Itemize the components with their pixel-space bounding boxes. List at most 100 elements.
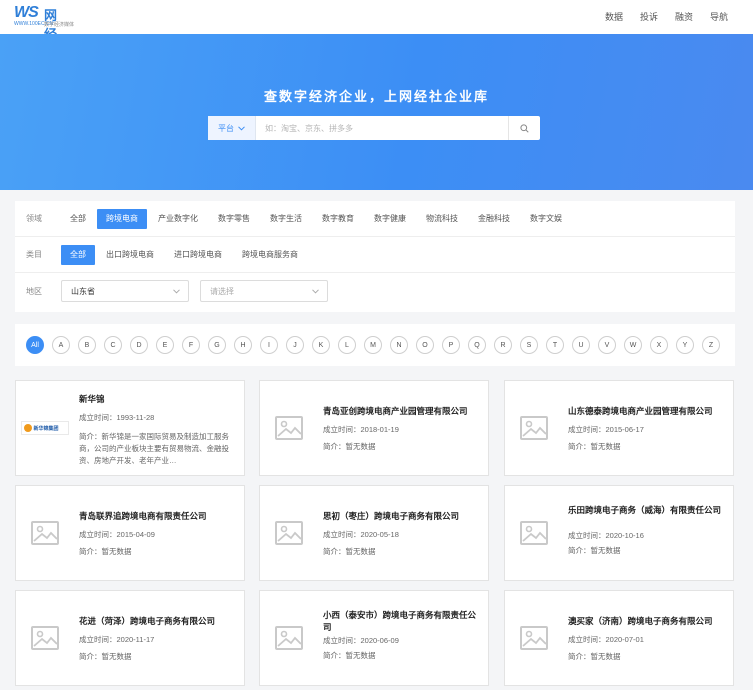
letter-filter-s[interactable]: S [520,336,538,354]
domain-option[interactable]: 数字文娱 [521,209,571,229]
company-name[interactable]: 花进（菏泽）跨境电子商务有限公司 [79,615,236,627]
letter-filter-n[interactable]: N [390,336,408,354]
domain-option[interactable]: 全部 [61,209,95,229]
filter-panel: 领域 全部 跨境电商 产业数字化 数字零售 数字生活 数字教育 数字健康 物流科技 金融科技 数字… [15,201,735,312]
letter-filter-f[interactable]: F [182,336,200,354]
company-founded: 成立时间：2015-06-17 [568,425,644,434]
company-name[interactable]: 思初（枣庄）跨境电子商务有限公司 [323,510,480,522]
letter-filter-w[interactable]: W [624,336,642,354]
top-bar: WS 网经社 WWW.100EC.CN 数字经济媒体 数据 投诉 融资 导航 [0,0,753,61]
category-option[interactable]: 进口跨境电商 [165,245,231,265]
company-founded: 成立时间：2020-05-18 [323,530,399,539]
letter-filter-d[interactable]: D [130,336,148,354]
region-filter-row: 地区 山东省 请选择 [15,273,735,309]
nav-data[interactable]: 数据 [605,10,623,23]
hero-banner: 查数字经济企业，上网经社企业库 平台 [0,34,753,190]
nav-navigation[interactable]: 导航 [710,10,728,23]
company-founded: 成立时间：2018-01-19 [323,425,399,434]
letter-filter-e[interactable]: E [156,336,174,354]
letter-filter-q[interactable]: Q [468,336,486,354]
company-card[interactable]: 新华锦集团 新华锦成立时间：1993-11-28 简介：新华锦是一家国际贸易及制造加… [15,380,245,476]
chevron-down-icon [173,288,180,294]
company-description: 简介：新华锦是一家国际贸易及制造加工服务商，公司的产业板块主要有贸易物流、金融投… [79,432,229,465]
domain-option[interactable]: 数字零售 [209,209,259,229]
letter-filter-v[interactable]: V [598,336,616,354]
letter-filter-t[interactable]: T [546,336,564,354]
search-icon [520,123,529,133]
letter-filter-h[interactable]: H [234,336,252,354]
domain-option[interactable]: 物流科技 [417,209,467,229]
letter-filter-y[interactable]: Y [676,336,694,354]
letter-filter-all[interactable]: All [26,336,44,354]
letter-index: All A B C D E F G H I J K L M N O P Q R S T U V W X Y Z [15,324,735,366]
company-name[interactable]: 小西（泰安市）跨境电子商务有限责任公司 [323,609,480,633]
category-option[interactable]: 跨境电商服务商 [233,245,307,265]
company-card[interactable]: 青岛联界追跨境电商有限责任公司 成立时间：2015-04-09 简介：暂无数据 [15,485,245,581]
company-card[interactable]: 乐田跨境电子商务（威海）有限责任公司 成立时间：2020-10-16 简介：暂无数据 [504,485,734,581]
letter-filter-l[interactable]: L [338,336,356,354]
company-description: 简介：暂无数据 [323,651,376,660]
domain-label: 领域 [26,214,42,223]
domain-option[interactable]: 跨境电商 [97,208,147,229]
city-select[interactable]: 请选择 [200,280,328,302]
domain-option[interactable]: 产业数字化 [149,209,207,229]
company-card[interactable]: 小西（泰安市）跨境电子商务有限责任公司 成立时间：2020-06-09 简介：暂无数… [259,590,489,686]
company-founded: 成立时间：2020-11-17 [79,635,155,644]
image-placeholder-icon [260,591,317,685]
letter-filter-i[interactable]: I [260,336,278,354]
letter-filter-r[interactable]: R [494,336,512,354]
nav-financing[interactable]: 融资 [675,10,693,23]
company-name[interactable]: 青岛亚创跨境电商产业园管理有限公司 [323,405,480,417]
logo-ws: WS [14,4,39,21]
domain-filter-row: 领域 全部 跨境电商 产业数字化 数字零售 数字生活 数字教育 数字健康 物流科技 金融科技 数字… [15,201,735,237]
letter-filter-o[interactable]: O [416,336,434,354]
category-filter-row: 类目 全部 出口跨境电商 进口跨境电商 跨境电商服务商 [15,237,735,273]
company-card[interactable]: 青岛亚创跨境电商产业园管理有限公司 成立时间：2018-01-19 简介：暂无数据 [259,380,489,476]
letter-filter-z[interactable]: Z [702,336,720,354]
letter-filter-b[interactable]: B [78,336,96,354]
top-nav: 数据 投诉 融资 导航 [588,10,728,23]
domain-option[interactable]: 数字生活 [261,209,311,229]
letter-filter-j[interactable]: J [286,336,304,354]
company-name[interactable]: 青岛联界追跨境电商有限责任公司 [79,510,236,522]
company-description: 简介：暂无数据 [568,652,621,661]
domain-option[interactable]: 数字健康 [365,209,415,229]
search-input[interactable] [256,117,508,139]
company-founded: 成立时间：1993-11-28 [79,413,155,422]
letter-filter-k[interactable]: K [312,336,330,354]
search-type-label: 平台 [218,123,234,133]
letter-filter-g[interactable]: G [208,336,226,354]
company-founded: 成立时间：2020-07-01 [568,635,644,644]
hero-title: 查数字经济企业，上网经社企业库 [263,89,489,104]
company-name[interactable]: 新华锦 [79,393,236,405]
letter-filter-a[interactable]: A [52,336,70,354]
company-name[interactable]: 山东德泰跨境电商产业园管理有限公司 [568,405,725,417]
letter-filter-x[interactable]: X [650,336,668,354]
city-placeholder: 请选择 [210,286,234,296]
logo-tagline: 数字经济媒体 [44,22,75,28]
search-type-select[interactable]: 平台 [208,116,256,140]
letter-filter-p[interactable]: P [442,336,460,354]
company-logo: 新华锦集团 [16,381,73,475]
search-button[interactable] [508,116,540,140]
company-name[interactable]: 澳买家（济南）跨境电子商务有限公司 [568,615,725,627]
company-name[interactable]: 乐田跨境电子商务（威海）有限责任公司 [568,504,725,516]
domain-option[interactable]: 金融科技 [469,209,519,229]
domain-option[interactable]: 数字教育 [313,209,363,229]
letter-filter-m[interactable]: M [364,336,382,354]
company-card[interactable]: 山东德泰跨境电商产业园管理有限公司 成立时间：2015-06-17 简介：暂无数据 [504,380,734,476]
letter-filter-c[interactable]: C [104,336,122,354]
image-placeholder-icon [260,486,317,580]
company-card[interactable]: 花进（菏泽）跨境电子商务有限公司 成立时间：2020-11-17 简介：暂无数据 [15,590,245,686]
company-card[interactable]: 澳买家（济南）跨境电子商务有限公司 成立时间：2020-07-01 简介：暂无数据 [504,590,734,686]
province-select[interactable]: 山东省 [61,280,189,302]
category-option[interactable]: 出口跨境电商 [97,245,163,265]
company-description: 简介：暂无数据 [568,546,621,555]
company-card[interactable]: 思初（枣庄）跨境电子商务有限公司 成立时间：2020-05-18 简介：暂无数据 [259,485,489,581]
nav-complaint[interactable]: 投诉 [640,10,658,23]
company-logo-text: 新华锦集团 [33,425,59,432]
chevron-down-icon [238,125,245,131]
company-founded: 成立时间：2015-04-09 [79,530,155,539]
letter-filter-u[interactable]: U [572,336,590,354]
category-option[interactable]: 全部 [61,244,95,265]
